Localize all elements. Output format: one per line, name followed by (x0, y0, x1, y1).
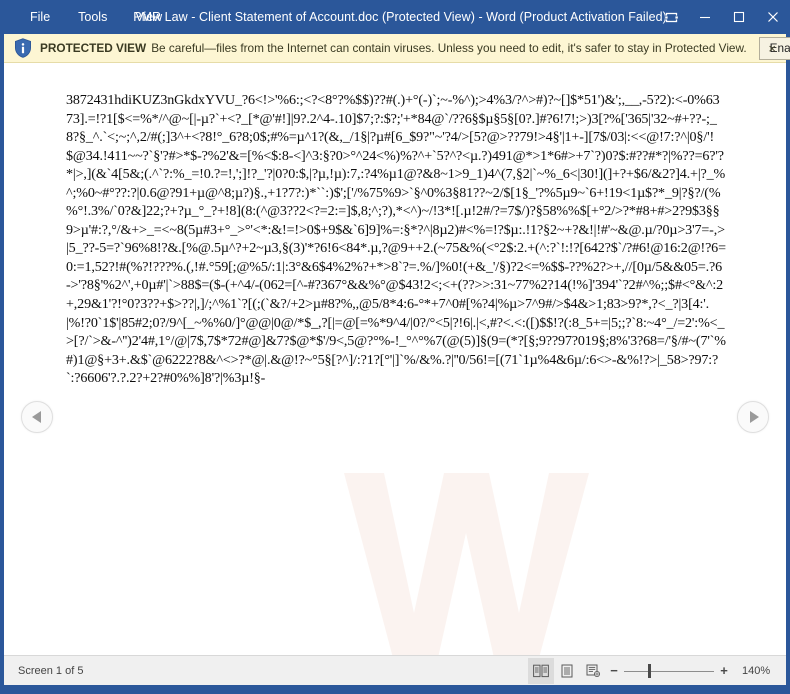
protected-view-bar: PROTECTED VIEW Be careful—files from the… (4, 34, 790, 63)
screen-counter: Screen 1 of 5 (18, 664, 84, 677)
zoom-slider[interactable] (624, 658, 714, 684)
menu-item-view[interactable]: View (121, 6, 176, 28)
window-controls (654, 0, 790, 34)
protected-view-message: Be careful—files from the Internet can c… (151, 41, 747, 55)
watermark-graphic (304, 463, 764, 655)
zoom-slider-track (624, 670, 714, 672)
menu-item-file[interactable]: File (16, 6, 64, 28)
document-canvas[interactable]: 3872431hdiKUZ3nGkdxYVU_?6<!>'%6:;<?<8°?%… (4, 63, 786, 655)
read-mode-view-icon[interactable] (528, 657, 554, 684)
window-bottom-frame (0, 685, 790, 694)
print-layout-view-icon[interactable] (554, 658, 580, 684)
minimize-icon[interactable] (688, 0, 722, 34)
title-bar: File Tools View PMR Law - Client Stateme… (0, 0, 790, 34)
status-bar: Screen 1 of 5 − + 140% (4, 655, 786, 685)
zoom-out-button[interactable]: − (606, 664, 622, 677)
close-icon[interactable] (756, 0, 790, 34)
previous-page-arrow-icon[interactable] (21, 401, 53, 433)
zoom-level-label[interactable]: 140% (742, 665, 774, 677)
shield-info-icon (14, 38, 32, 58)
ribbon-display-options-icon[interactable] (654, 0, 688, 34)
zoom-in-button[interactable]: + (716, 664, 732, 677)
close-protected-view-bar-icon[interactable]: × (768, 42, 776, 55)
status-bar-right-controls: − + 140% (528, 656, 774, 686)
protected-view-label: PROTECTED VIEW (40, 41, 147, 55)
document-page: 3872431hdiKUZ3nGkdxYVU_?6<!>'%6:;<?<8°?%… (4, 63, 786, 655)
left-triangle-glyph (31, 411, 41, 423)
document-body-text: 3872431hdiKUZ3nGkdxYVU_?6<!>'%6:;<?<8°?%… (66, 92, 726, 387)
menu-bar: File Tools View (16, 6, 176, 28)
zoom-slider-thumb[interactable] (648, 663, 651, 678)
right-triangle-glyph (749, 411, 759, 423)
menu-item-tools[interactable]: Tools (64, 6, 121, 28)
next-page-arrow-icon[interactable] (737, 401, 769, 433)
maximize-icon[interactable] (722, 0, 756, 34)
window-title: PMR Law - Client Statement of Account.do… (133, 10, 667, 24)
web-layout-view-icon[interactable] (580, 658, 606, 684)
word-application-window: File Tools View PMR Law - Client Stateme… (0, 0, 790, 694)
